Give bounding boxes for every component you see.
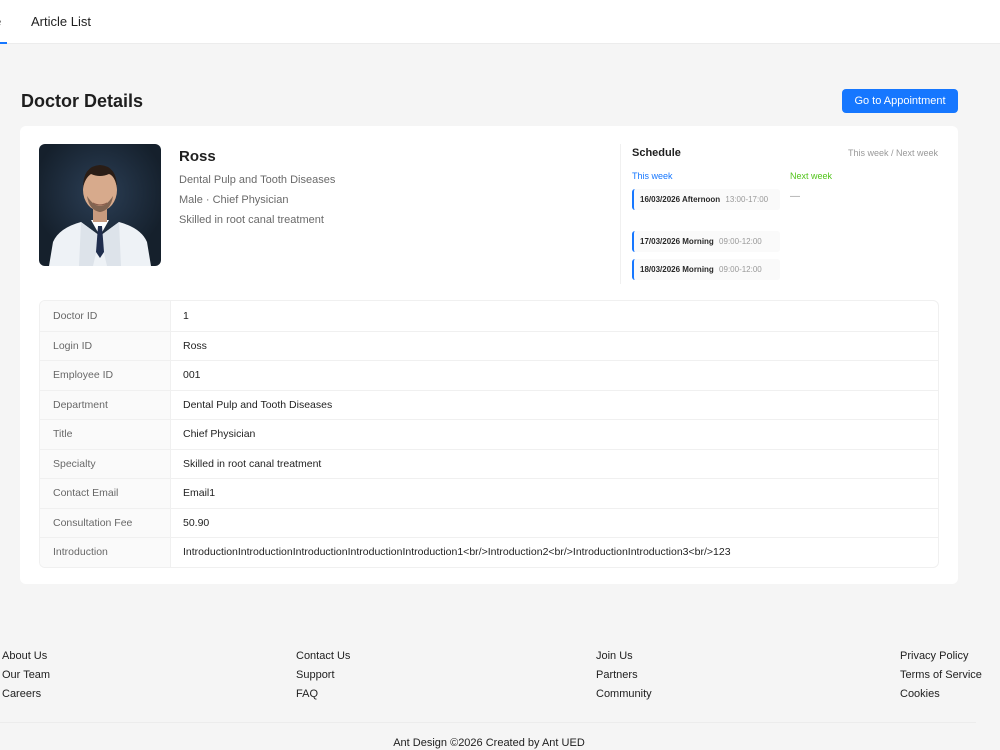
- page-title: Doctor Details: [21, 91, 144, 111]
- table-row: Login ID Ross: [40, 330, 938, 360]
- next-week-empty: —: [790, 191, 800, 202]
- table-row: Introduction IntroductionIntroductionInt…: [40, 537, 938, 567]
- footer-link-about-us[interactable]: About Us: [2, 650, 47, 662]
- slot-date: 16/03/2026 Afternoon: [640, 195, 721, 204]
- nav-item-home[interactable]: e: [0, 14, 1, 29]
- row-value: Chief Physician: [183, 428, 256, 441]
- footer-link-privacy-policy[interactable]: Privacy Policy: [900, 650, 968, 662]
- row-value: 1: [183, 309, 189, 322]
- slot-date: 18/03/2026 Morning: [640, 265, 714, 274]
- footer-link-community[interactable]: Community: [596, 688, 652, 700]
- doctor-card: Ross Dental Pulp and Tooth Diseases Male…: [20, 126, 958, 584]
- table-row: Title Chief Physician: [40, 419, 938, 449]
- row-value: 001: [183, 369, 201, 382]
- row-value: IntroductionIntroductionIntroductionIntr…: [183, 546, 731, 559]
- row-label: Employee ID: [40, 361, 171, 390]
- schedule-slot[interactable]: 17/03/2026 Morning 09:00-12:00: [632, 231, 780, 252]
- doctor-details-table: Doctor ID 1 Login ID Ross Employee ID 00…: [39, 300, 939, 568]
- doctor-gender-title: Male · Chief Physician: [179, 194, 289, 206]
- footer-link-cookies[interactable]: Cookies: [900, 688, 940, 700]
- row-label: Introduction: [40, 538, 171, 567]
- slot-date: 17/03/2026 Morning: [640, 237, 714, 246]
- doctor-portrait-icon: [49, 165, 151, 266]
- footer-link-partners[interactable]: Partners: [596, 669, 638, 681]
- doctor-name: Ross: [179, 148, 216, 165]
- footer-link-join-us[interactable]: Join Us: [596, 650, 633, 662]
- row-label: Doctor ID: [40, 301, 171, 331]
- row-label: Specialty: [40, 449, 171, 478]
- slot-time: 09:00-12:00: [719, 265, 762, 274]
- footer-link-contact-us[interactable]: Contact Us: [296, 650, 350, 662]
- doctor-specialty: Skilled in root canal treatment: [179, 214, 324, 226]
- table-row: Contact Email Email1: [40, 478, 938, 508]
- top-nav: e Article List: [0, 0, 1000, 44]
- footer-link-support[interactable]: Support: [296, 669, 335, 681]
- table-row: Consultation Fee 50.90: [40, 507, 938, 537]
- table-row: Specialty Skilled in root canal treatmen…: [40, 448, 938, 478]
- nav-item-article-list[interactable]: Article List: [31, 14, 91, 29]
- table-row: Employee ID 001: [40, 360, 938, 390]
- row-label: Consultation Fee: [40, 508, 171, 537]
- row-label: Title: [40, 420, 171, 449]
- row-value: Email1: [183, 487, 216, 500]
- row-value: 50.90: [183, 516, 210, 529]
- row-label: Department: [40, 390, 171, 419]
- go-to-appointment-button[interactable]: Go to Appointment: [842, 89, 958, 113]
- footer-link-faq[interactable]: FAQ: [296, 688, 318, 700]
- doctor-photo: [39, 144, 161, 266]
- row-value: Skilled in root canal treatment: [183, 457, 322, 470]
- schedule-title: Schedule: [632, 147, 681, 159]
- nav-active-indicator: [0, 42, 7, 44]
- row-value: Ross: [183, 339, 207, 352]
- footer-copyright: Ant Design ©2026 Created by Ant UED: [393, 737, 585, 749]
- footer-link-terms-of-service[interactable]: Terms of Service: [900, 669, 982, 681]
- footer-divider: [0, 722, 976, 723]
- slot-time: 13:00-17:00: [725, 195, 769, 204]
- this-week-label: This week: [632, 171, 673, 181]
- schedule-week-toggle[interactable]: This week / Next week: [848, 148, 938, 158]
- row-label: Login ID: [40, 331, 171, 360]
- doctor-department: Dental Pulp and Tooth Diseases: [179, 174, 336, 186]
- schedule-slot[interactable]: 16/03/2026 Afternoon 13:00-17:00: [632, 189, 780, 210]
- next-week-label: Next week: [790, 171, 833, 181]
- row-value: Dental Pulp and Tooth Diseases: [183, 398, 333, 411]
- schedule-divider: [620, 144, 621, 284]
- table-row: Department Dental Pulp and Tooth Disease…: [40, 389, 938, 419]
- row-label: Contact Email: [40, 479, 171, 508]
- table-row: Doctor ID 1: [40, 301, 938, 331]
- schedule-slot[interactable]: 18/03/2026 Morning 09:00-12:00: [632, 259, 780, 280]
- footer-link-careers[interactable]: Careers: [2, 688, 41, 700]
- footer-link-our-team[interactable]: Our Team: [2, 669, 50, 681]
- slot-time: 09:00-12:00: [719, 237, 762, 246]
